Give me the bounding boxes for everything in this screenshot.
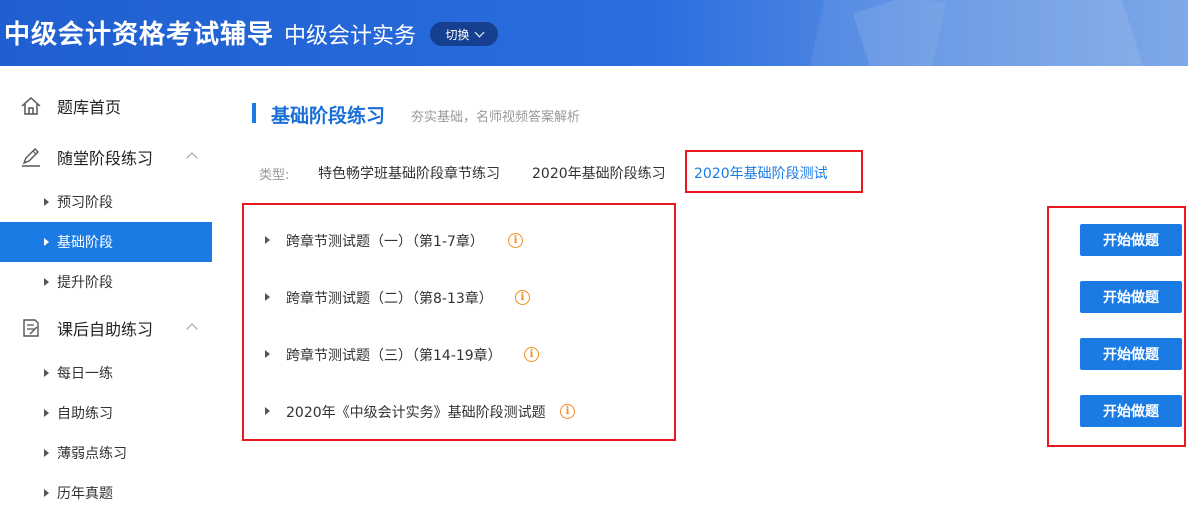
- exercise-title[interactable]: 跨章节测试题（一）（第1-7章）: [286, 231, 484, 251]
- sidebar-group-classroom[interactable]: 随堂阶段练习: [0, 137, 212, 177]
- notebook-icon: [23, 319, 39, 337]
- info-icon[interactable]: i: [508, 233, 523, 248]
- tab-basic-test[interactable]: 2020年基础阶段测试: [694, 163, 828, 183]
- sidebar-item-weak-points[interactable]: 薄弱点练习: [0, 433, 212, 473]
- caret-right-icon: [44, 409, 49, 417]
- exercise-title[interactable]: 跨章节测试题（三）（第14-19章）: [286, 345, 502, 365]
- chevron-up-icon: [186, 152, 198, 164]
- start-exercise-button[interactable]: 开始做题: [1080, 224, 1182, 256]
- info-icon[interactable]: i: [560, 404, 575, 419]
- caret-right-icon[interactable]: [265, 407, 270, 415]
- brand-title: 中级会计资格考试辅导: [4, 20, 275, 50]
- caret-right-icon: [44, 278, 49, 286]
- chevron-up-icon: [186, 323, 198, 335]
- info-icon[interactable]: i: [524, 347, 539, 362]
- caret-right-icon: [44, 238, 49, 246]
- caret-right-icon[interactable]: [265, 236, 270, 244]
- banner-decoration: [809, 0, 947, 66]
- sidebar-group-label: 随堂阶段练习: [57, 149, 154, 168]
- start-exercise-button[interactable]: 开始做题: [1080, 281, 1182, 313]
- chevron-down-icon: [474, 27, 484, 38]
- sidebar-item-advanced[interactable]: 提升阶段: [0, 262, 212, 302]
- info-icon[interactable]: i: [515, 290, 530, 305]
- sidebar-group-selfstudy[interactable]: 课后自助练习: [0, 308, 212, 348]
- sidebar-item-home[interactable]: 题库首页: [0, 86, 212, 126]
- switch-subject-button[interactable]: 切换: [430, 22, 498, 46]
- exercise-title[interactable]: 2020年《中级会计实务》基础阶段测试题: [286, 402, 546, 422]
- sidebar-item-daily[interactable]: 每日一练: [0, 353, 212, 393]
- sidebar-item-label: 预习阶段: [57, 195, 113, 211]
- sidebar-item-label: 历年真题: [57, 486, 113, 502]
- sidebar-item-label: 基础阶段: [57, 235, 113, 251]
- section-accent-bar: [252, 103, 256, 123]
- sidebar-item-label: 自助练习: [57, 406, 113, 422]
- page-subtitle: 夯实基础，名师视频答案解析: [411, 110, 581, 125]
- type-filter-label: 类型:: [259, 168, 290, 183]
- tab-chapter-practice[interactable]: 特色畅学班基础阶段章节练习: [318, 163, 500, 183]
- exercise-title[interactable]: 跨章节测试题（二）（第8-13章）: [286, 288, 493, 308]
- sidebar-item-preview[interactable]: 预习阶段: [0, 182, 212, 222]
- sidebar-item-label: 题库首页: [57, 98, 122, 117]
- caret-right-icon[interactable]: [265, 350, 270, 358]
- switch-label: 切换: [445, 27, 470, 42]
- home-icon: [21, 96, 41, 115]
- start-exercise-button[interactable]: 开始做题: [1080, 338, 1182, 370]
- sidebar-item-past-exams[interactable]: 历年真题: [0, 473, 212, 513]
- sidebar-item-label: 提升阶段: [57, 275, 113, 291]
- sidebar-item-label: 薄弱点练习: [57, 446, 127, 462]
- sidebar-item-self-practice[interactable]: 自助练习: [0, 393, 212, 433]
- sidebar-item-label: 每日一练: [57, 366, 113, 382]
- top-banner: 中级会计资格考试辅导 中级会计实务 切换: [0, 0, 1188, 66]
- page-title: 基础阶段练习: [271, 105, 386, 127]
- caret-right-icon[interactable]: [265, 293, 270, 301]
- caret-right-icon: [44, 369, 49, 377]
- sidebar-group-label: 课后自助练习: [57, 320, 154, 339]
- caret-right-icon: [44, 198, 49, 206]
- caret-right-icon: [44, 449, 49, 457]
- edit-icon: [22, 148, 40, 167]
- sidebar-item-basic[interactable]: 基础阶段: [0, 222, 212, 262]
- sidebar: 题库首页 随堂阶段练习 预习阶段 基础阶段 提升阶段 课后自助练习 每日一练 自…: [0, 66, 212, 517]
- start-exercise-button[interactable]: 开始做题: [1080, 395, 1182, 427]
- caret-right-icon: [44, 489, 49, 497]
- tab-basic-practice[interactable]: 2020年基础阶段练习: [532, 163, 666, 183]
- subject-title: 中级会计实务: [284, 24, 417, 49]
